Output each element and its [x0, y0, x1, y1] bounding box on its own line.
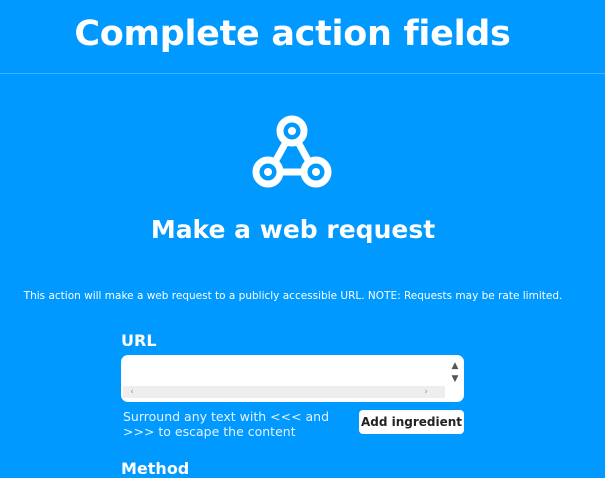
- page-header: Complete action fields: [0, 0, 605, 74]
- webhooks-icon: [252, 115, 332, 188]
- scroll-up-icon[interactable]: ▲: [450, 360, 460, 372]
- url-horizontal-scrollbar[interactable]: ‹ ›: [123, 386, 445, 398]
- add-ingredient-button[interactable]: Add ingredient: [359, 410, 464, 434]
- url-field[interactable]: ▲ ▼ ‹ ›: [121, 355, 464, 402]
- scroll-left-icon[interactable]: ‹: [127, 386, 137, 398]
- url-helper-text: Surround any text with <<< and >>> to es…: [123, 409, 330, 439]
- action-description: This action will make a web request to a…: [23, 290, 563, 302]
- url-field-label: URL: [121, 331, 157, 350]
- page-title: Complete action fields: [74, 14, 511, 54]
- scroll-right-icon[interactable]: ›: [421, 386, 431, 398]
- action-title: Make a web request: [150, 215, 436, 244]
- url-input[interactable]: [121, 355, 446, 386]
- scroll-down-icon[interactable]: ▼: [450, 373, 460, 385]
- url-vertical-scrollbar[interactable]: ▲ ▼: [446, 359, 464, 386]
